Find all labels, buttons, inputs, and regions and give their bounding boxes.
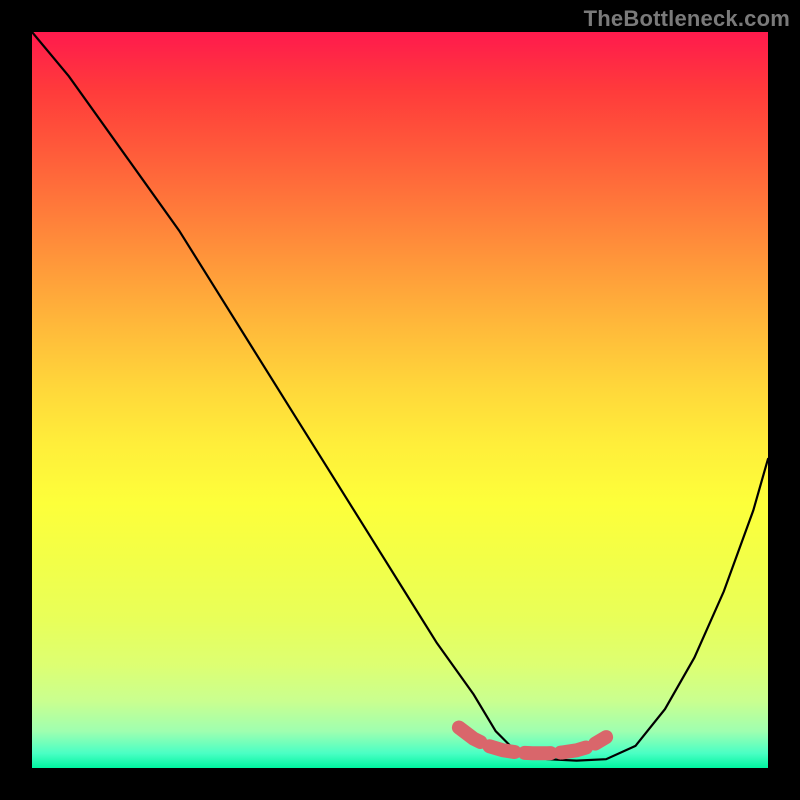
bottleneck-curve-path [32, 32, 768, 761]
bottleneck-chart [32, 32, 768, 768]
watermark-text: TheBottleneck.com [584, 6, 790, 32]
optimal-band-path [459, 728, 606, 754]
